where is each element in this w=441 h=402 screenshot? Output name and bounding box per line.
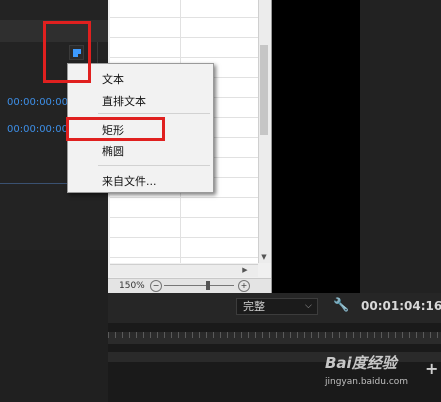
grid-line (110, 197, 258, 198)
ruler-tick (318, 332, 319, 338)
ruler-tick (388, 332, 389, 338)
ruler-tick (283, 332, 284, 338)
ruler-tick (171, 332, 172, 338)
timeline-ruler[interactable] (108, 332, 441, 344)
menu-item-vertical-text[interactable]: 直排文本 (102, 93, 146, 109)
timecode-2[interactable]: 00:00:00:00 (7, 124, 68, 135)
panel-lower-area (0, 250, 108, 402)
grid-line (110, 257, 258, 258)
ruler-tick (157, 332, 158, 338)
ruler-tick (430, 332, 431, 338)
scroll-right-icon[interactable]: ▶ (240, 265, 250, 275)
ruler-tick (185, 332, 186, 338)
menu-item-from-file[interactable]: 来自文件... (102, 173, 157, 189)
grid-line (110, 237, 258, 238)
ruler-tick (423, 332, 424, 338)
plus-icon[interactable]: + (425, 359, 438, 378)
ruler-tick (234, 332, 235, 338)
wrench-icon[interactable]: 🔧 (333, 298, 349, 313)
ruler-tick (297, 332, 298, 338)
ruler-tick (325, 332, 326, 338)
ruler-tick (178, 332, 179, 338)
ruler-tick (115, 332, 116, 338)
program-monitor (272, 0, 360, 293)
watermark-url: jingyan.baidu.com (325, 377, 409, 387)
zoom-out-icon[interactable]: − (150, 280, 162, 292)
menu-separator (98, 113, 210, 114)
ruler-tick (290, 332, 291, 338)
ruler-tick (367, 332, 368, 338)
grid-line (110, 217, 258, 218)
vertical-scrollbar-thumb[interactable] (260, 45, 268, 135)
ruler-tick (122, 332, 123, 338)
grid-line (110, 57, 258, 58)
ruler-tick (255, 332, 256, 338)
ruler-tick (143, 332, 144, 338)
ruler-tick (164, 332, 165, 338)
menu-item-ellipse[interactable]: 椭圆 (102, 143, 124, 159)
ruler-tick (213, 332, 214, 338)
chevron-down-icon[interactable]: ⌵ (305, 298, 312, 315)
horizontal-scrollbar[interactable] (110, 264, 258, 277)
ruler-tick (353, 332, 354, 338)
ruler-tick (381, 332, 382, 338)
ruler-tick (269, 332, 270, 338)
ruler-tick (416, 332, 417, 338)
ruler-tick (262, 332, 263, 338)
ruler-tick (346, 332, 347, 338)
grid-line (110, 37, 258, 38)
zoom-slider-thumb[interactable] (206, 281, 210, 290)
zoom-slider-track[interactable] (164, 285, 234, 286)
ruler-tick (206, 332, 207, 338)
ruler-tick (199, 332, 200, 338)
ruler-tick (360, 332, 361, 338)
ruler-tick (276, 332, 277, 338)
menu-separator (98, 165, 210, 166)
annotation-highlight-icon (43, 21, 91, 83)
zoom-level: 150% (119, 281, 145, 291)
ruler-tick (129, 332, 130, 338)
ruler-tick (409, 332, 410, 338)
ruler-tick (150, 332, 151, 338)
menu-item-text[interactable]: 文本 (102, 71, 124, 87)
ruler-tick (227, 332, 228, 338)
right-panel (360, 0, 441, 293)
ruler-tick (136, 332, 137, 338)
ruler-tick (192, 332, 193, 338)
scroll-down-icon[interactable]: ▼ (259, 252, 269, 262)
ruler-tick (220, 332, 221, 338)
grid-line (110, 17, 258, 18)
ruler-tick (304, 332, 305, 338)
ruler-tick (332, 332, 333, 338)
duration-timecode: 00:01:04:16 (361, 299, 441, 313)
ruler-tick (241, 332, 242, 338)
ruler-tick (311, 332, 312, 338)
ruler-tick (108, 332, 109, 338)
ruler-tick (437, 332, 438, 338)
zoom-in-icon[interactable]: + (238, 280, 250, 292)
ruler-tick (339, 332, 340, 338)
annotation-highlight-rectangle (66, 117, 165, 141)
ruler-tick (395, 332, 396, 338)
timecode-1[interactable]: 00:00:00:00 (7, 97, 68, 108)
watermark-logo: Bai度经验 (325, 354, 397, 372)
ruler-tick (248, 332, 249, 338)
ruler-tick (402, 332, 403, 338)
ruler-tick (374, 332, 375, 338)
